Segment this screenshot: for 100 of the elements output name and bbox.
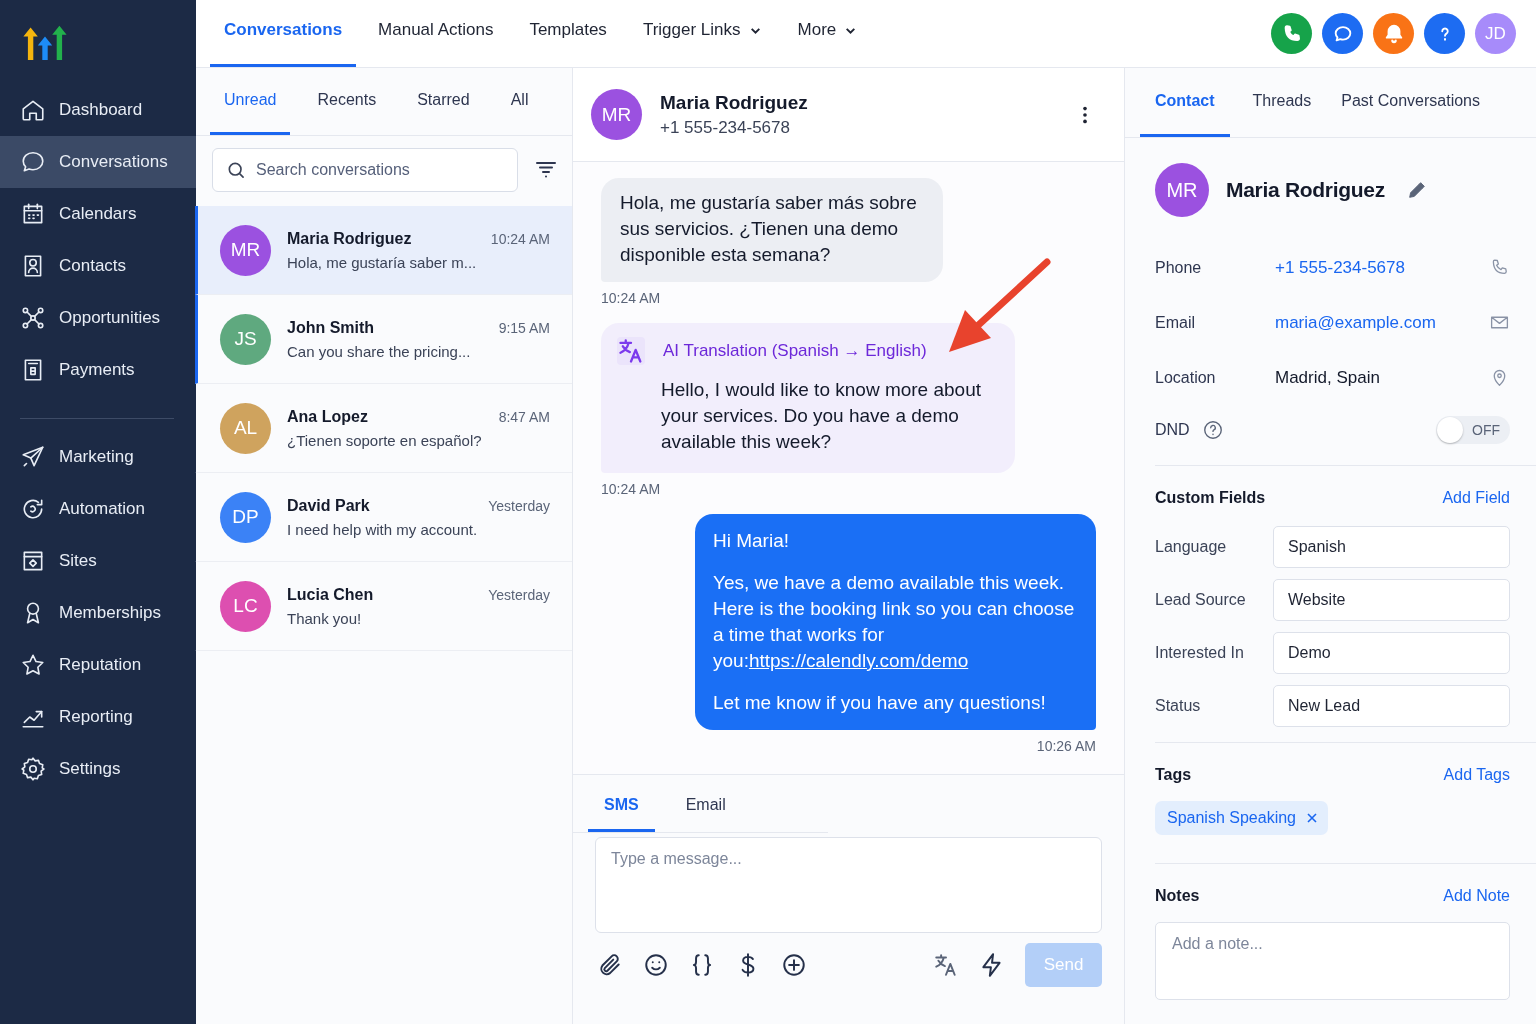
- translate-icon: [617, 337, 645, 365]
- field-label: Language: [1155, 537, 1228, 556]
- field-label: Status: [1155, 696, 1202, 715]
- search-field[interactable]: Search conversations: [212, 148, 518, 192]
- sidebar-item[interactable]: Calendars: [0, 188, 196, 240]
- add-note-link[interactable]: Add Note: [1443, 887, 1510, 905]
- filter-tab[interactable]: Unread: [210, 68, 291, 135]
- field-label: Location: [1155, 368, 1217, 387]
- paperclip-icon[interactable]: [597, 952, 623, 978]
- contact-name: David Park: [287, 496, 370, 515]
- phone-number: +1 555-234-5678: [660, 117, 791, 138]
- avatar: LC: [220, 580, 271, 632]
- message-time: 10:24 AM: [490, 230, 550, 247]
- emoji-icon[interactable]: [643, 952, 669, 978]
- phone-button[interactable]: [1271, 13, 1312, 54]
- phone-link[interactable]: +1 555-234-5678: [1275, 257, 1489, 278]
- bell-button[interactable]: [1373, 13, 1414, 54]
- tag-chip[interactable]: Spanish Speaking: [1155, 801, 1328, 835]
- message-text: Hi Maria!: [713, 529, 790, 553]
- avatar: MR: [220, 224, 271, 276]
- contact-name: Ana Lopez: [287, 407, 368, 426]
- message-time: Yesterday: [488, 586, 550, 603]
- field-label: Email: [1155, 313, 1196, 332]
- field-label: Lead Source: [1155, 590, 1247, 609]
- section-title: Notes: [1155, 887, 1200, 905]
- avatar: JS: [220, 313, 271, 365]
- translated-text: Hello, I would like to know more about your services. Do you have a demo available this week?: [660, 378, 982, 454]
- sidebar-item[interactable]: Contacts: [0, 240, 196, 292]
- message-preview: I need help with my account.: [287, 520, 479, 538]
- field-label: DND: [1155, 421, 1190, 439]
- nav-tab[interactable]: Trigger Links: [628, 0, 776, 67]
- sidebar-item[interactable]: Reputation: [0, 639, 196, 691]
- message-preview: Hola, me gustaría saber m...: [287, 253, 478, 271]
- close-icon[interactable]: [1306, 812, 1318, 824]
- dnd-toggle[interactable]: OFF: [1436, 416, 1510, 444]
- panel-tab[interactable]: Past Conversations: [1326, 68, 1495, 137]
- message-time: 10:24 AM: [601, 290, 661, 306]
- conversation-item[interactable]: MR Maria Rodriguez 10:24 AM Hola, me gustaría saber m...: [195, 206, 572, 295]
- input-field[interactable]: Demo: [1273, 631, 1510, 674]
- sidebar-item[interactable]: Dashboard: [0, 84, 196, 136]
- contact-name: Maria Rodriguez: [660, 91, 809, 114]
- input-field[interactable]: Website: [1273, 578, 1510, 621]
- nav-tab[interactable]: Manual Actions: [364, 0, 508, 67]
- message-time: 10:26 AM: [1036, 738, 1096, 754]
- conversation-item[interactable]: LC Lucia Chen Yesterday Thank you!: [195, 562, 572, 651]
- field-label: Interested In: [1155, 643, 1245, 662]
- sidebar-item[interactable]: Sites: [0, 535, 196, 587]
- link[interactable]: https://calendly.com/demo: [748, 650, 969, 671]
- section-title: Tags: [1155, 766, 1192, 784]
- sidebar-item[interactable]: Settings: [0, 743, 196, 795]
- add-tags-link[interactable]: Add Tags: [1443, 766, 1510, 784]
- channel-tab[interactable]: Email: [669, 775, 742, 832]
- message-text: Let me know if you have any questions!: [713, 691, 1047, 715]
- input-field[interactable]: New Lead: [1273, 684, 1510, 727]
- channel-tab[interactable]: SMS: [588, 775, 655, 832]
- contact-name: Lucia Chen: [287, 585, 374, 604]
- translation-label: AI Translation (Spanish → English): [663, 340, 927, 362]
- sidebar-item[interactable]: Marketing: [0, 431, 196, 483]
- network-icon: [20, 305, 46, 331]
- add-field-link[interactable]: Add Field: [1442, 489, 1510, 507]
- message-time: 9:15 AM: [498, 319, 550, 336]
- message-time: 8:47 AM: [498, 408, 550, 425]
- filter-tab[interactable]: Recents: [303, 68, 391, 135]
- sidebar-item[interactable]: Automation: [0, 483, 196, 535]
- chat-button[interactable]: [1322, 13, 1363, 54]
- sidebar-item[interactable]: Conversations: [0, 136, 196, 188]
- conversation-item[interactable]: DP David Park Yesterday I need help with my account.: [195, 473, 572, 562]
- avatar: DP: [220, 491, 271, 543]
- field-label: Phone: [1155, 258, 1203, 277]
- message-preview: ¿Tienen soporte en español?: [287, 431, 483, 449]
- avatar: MR: [591, 89, 642, 140]
- message-input[interactable]: Type a message...: [595, 837, 1102, 933]
- panel-tab[interactable]: Threads: [1237, 68, 1327, 137]
- input-field[interactable]: Spanish: [1273, 525, 1510, 568]
- sidebar-item[interactable]: Payments: [0, 344, 196, 396]
- field-value: Madrid, Spain: [1275, 367, 1381, 388]
- sidebar-item[interactable]: Opportunities: [0, 292, 196, 344]
- contact-name: Maria Rodriguez: [1226, 178, 1385, 202]
- filter-tab[interactable]: All: [496, 68, 543, 135]
- nav-tab[interactable]: More: [783, 0, 872, 67]
- filter-tab[interactable]: Starred: [403, 68, 484, 135]
- nav-tab[interactable]: Templates: [515, 0, 621, 67]
- message-time: 10:24 AM: [601, 481, 661, 497]
- search-icon: [226, 160, 246, 180]
- sidebar-item[interactable]: Memberships: [0, 587, 196, 639]
- section-title: Custom Fields: [1155, 489, 1266, 507]
- email-link[interactable]: maria@example.com: [1275, 312, 1489, 333]
- help-icon[interactable]: [1201, 419, 1224, 441]
- avatar: AL: [220, 402, 271, 454]
- note-input[interactable]: Add a note...: [1155, 922, 1510, 1000]
- star-icon: [20, 652, 46, 678]
- contact-name: Maria Rodriguez: [287, 229, 412, 248]
- translate-icon[interactable]: [933, 952, 959, 978]
- settings-icon: [20, 756, 46, 782]
- conversation-item[interactable]: JS John Smith 9:15 AM Can you share the pricing...: [195, 295, 572, 384]
- help-button[interactable]: [1424, 13, 1465, 54]
- sidebar-item[interactable]: Reporting: [0, 691, 196, 743]
- panel-tab[interactable]: Contact: [1140, 68, 1230, 137]
- conversation-item[interactable]: AL Ana Lopez 8:47 AM ¿Tienen soporte en español?: [195, 384, 572, 473]
- message-preview: Can you share the pricing...: [287, 342, 472, 360]
